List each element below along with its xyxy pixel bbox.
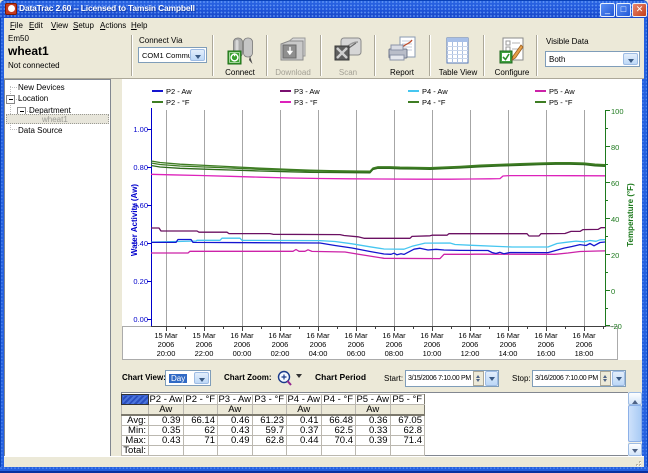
svg-text:04:00: 04:00 xyxy=(309,349,328,358)
svg-text:2006: 2006 xyxy=(500,340,517,349)
svg-text:15 Mar: 15 Mar xyxy=(192,331,216,340)
svg-text:100: 100 xyxy=(611,107,624,116)
svg-text:16 Mar: 16 Mar xyxy=(306,331,330,340)
svg-text:06:00: 06:00 xyxy=(347,349,366,358)
svg-text:2006: 2006 xyxy=(196,340,213,349)
svg-text:16 Mar: 16 Mar xyxy=(382,331,406,340)
svg-text:14:00: 14:00 xyxy=(499,349,518,358)
svg-text:2006: 2006 xyxy=(424,340,441,349)
svg-text:80: 80 xyxy=(611,143,619,152)
svg-text:16 Mar: 16 Mar xyxy=(572,331,596,340)
svg-text:Water Activity (Aw): Water Activity (Aw) xyxy=(130,184,139,256)
svg-text:16 Mar: 16 Mar xyxy=(458,331,482,340)
svg-text:2006: 2006 xyxy=(386,340,403,349)
svg-text:16:00: 16:00 xyxy=(537,349,556,358)
svg-text:-20: -20 xyxy=(611,322,622,331)
svg-text:20:00: 20:00 xyxy=(157,349,176,358)
svg-text:1.00: 1.00 xyxy=(133,125,148,134)
svg-text:20: 20 xyxy=(611,251,619,260)
svg-text:2006: 2006 xyxy=(272,340,289,349)
svg-text:02:00: 02:00 xyxy=(271,349,290,358)
svg-text:16 Mar: 16 Mar xyxy=(230,331,254,340)
svg-text:P5 - Aw: P5 - Aw xyxy=(549,87,575,96)
svg-text:40: 40 xyxy=(611,215,619,224)
svg-text:P3 - Aw: P3 - Aw xyxy=(294,87,320,96)
svg-text:16 Mar: 16 Mar xyxy=(268,331,292,340)
svg-text:0.00: 0.00 xyxy=(133,315,148,324)
svg-text:16 Mar: 16 Mar xyxy=(534,331,558,340)
svg-text:2006: 2006 xyxy=(538,340,555,349)
svg-text:0: 0 xyxy=(611,287,615,296)
svg-text:08:00: 08:00 xyxy=(385,349,404,358)
svg-text:15 Mar: 15 Mar xyxy=(154,331,178,340)
svg-text:P4 - Aw: P4 - Aw xyxy=(422,87,448,96)
svg-text:0.20: 0.20 xyxy=(133,277,148,286)
svg-text:2006: 2006 xyxy=(234,340,251,349)
svg-text:2006: 2006 xyxy=(576,340,593,349)
svg-text:16 Mar: 16 Mar xyxy=(344,331,368,340)
svg-text:16 Mar: 16 Mar xyxy=(420,331,444,340)
svg-text:2006: 2006 xyxy=(462,340,479,349)
svg-text:P3 - °F: P3 - °F xyxy=(294,98,318,107)
svg-text:12:00: 12:00 xyxy=(461,349,480,358)
svg-text:18:00: 18:00 xyxy=(575,349,594,358)
svg-text:60: 60 xyxy=(611,179,619,188)
svg-text:00:00: 00:00 xyxy=(233,349,252,358)
svg-text:P2 - °F: P2 - °F xyxy=(166,98,190,107)
svg-text:22:00: 22:00 xyxy=(195,349,214,358)
svg-text:P5 - °F: P5 - °F xyxy=(549,98,573,107)
svg-text:P4 - °F: P4 - °F xyxy=(422,98,446,107)
svg-text:2006: 2006 xyxy=(158,340,175,349)
svg-text:0.80: 0.80 xyxy=(133,163,148,172)
svg-text:P2 - Aw: P2 - Aw xyxy=(166,87,192,96)
svg-text:2006: 2006 xyxy=(348,340,365,349)
svg-text:10:00: 10:00 xyxy=(423,349,442,358)
svg-text:2006: 2006 xyxy=(310,340,327,349)
svg-text:16 Mar: 16 Mar xyxy=(496,331,520,340)
